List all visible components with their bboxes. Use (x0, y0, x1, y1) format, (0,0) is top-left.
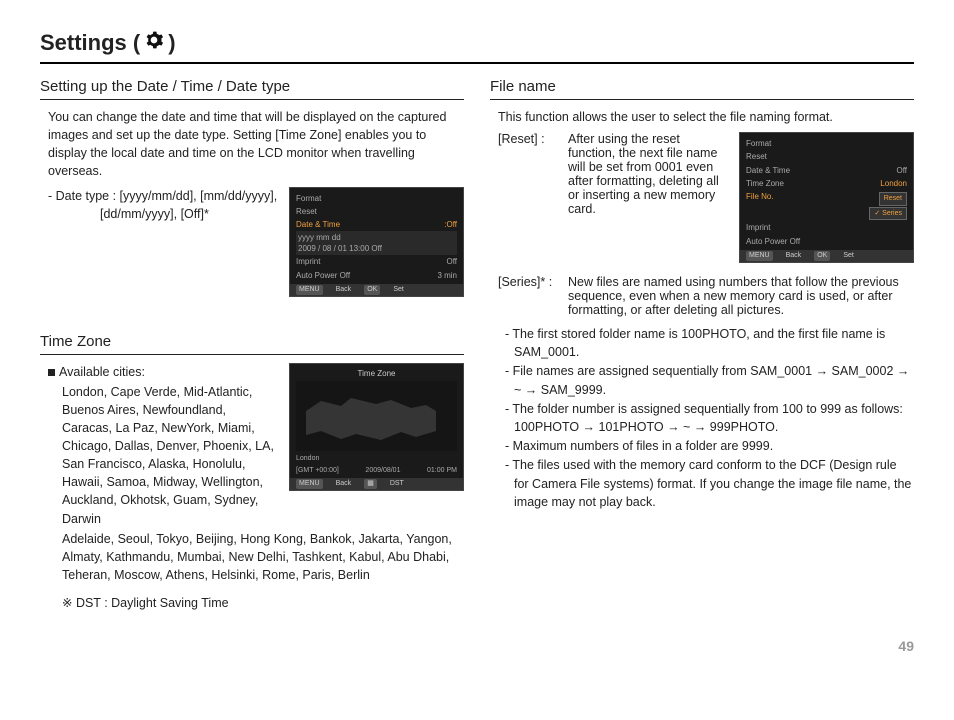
menu-value: London (880, 178, 907, 189)
menu-item: Format (746, 138, 771, 149)
bullet-square-icon (48, 369, 55, 376)
menu-item-active: File No. (746, 191, 774, 221)
set-label: Set (390, 285, 407, 295)
menu-value: 3 min (437, 270, 457, 281)
menu-item-active: Date & Time (296, 219, 340, 230)
filename-bullets: - The first stored folder name is 100PHO… (490, 325, 914, 513)
tz-city: London (296, 454, 319, 464)
title-suffix: ) (168, 30, 175, 56)
page-number: 49 (40, 638, 914, 654)
lcd-preview-filename: Format Reset Date & Time Off Time Zone Lon… (739, 132, 914, 263)
menu-value: :Off (444, 219, 457, 230)
tz-gmt: [GMT +00:00] (296, 466, 339, 476)
bullet-item: - The first stored folder name is 100PHO… (498, 325, 914, 363)
bullet-item: - Maximum numbers of files in a folder a… (498, 437, 914, 456)
section-heading-datetime: Setting up the Date / Time / Date type (40, 78, 464, 100)
menu-btn-badge: MENU (296, 285, 323, 295)
desc-reset: After using the reset function, the next… (568, 132, 729, 216)
menu-item: Date & Time (746, 165, 790, 176)
world-map-icon (296, 381, 457, 451)
gear-icon (144, 30, 164, 56)
tz-date: 2009/08/01 (365, 466, 400, 476)
title-prefix: Settings ( (40, 30, 140, 56)
def-series: [Series]* : New files are named using nu… (490, 275, 914, 317)
popup-option-series: ✓ Series (869, 207, 907, 221)
back-label: Back (333, 479, 355, 489)
date-value: 2009 / 08 / 01 13:00 Off (298, 243, 455, 254)
menu-item: Reset (296, 206, 317, 217)
menu-btn-badge: MENU (746, 251, 773, 261)
menu-item: Time Zone (746, 178, 784, 189)
dst-label: DST (387, 479, 407, 489)
tz-title: Time Zone (296, 368, 457, 379)
page-title: Settings ( ) (40, 30, 914, 64)
bullet-item: - The folder number is assigned sequenti… (498, 400, 914, 438)
menu-item: Format (296, 193, 321, 204)
section-heading-timezone: Time Zone (40, 333, 464, 355)
term-series: [Series]* : (498, 275, 568, 317)
datetime-intro: You can change the date and time that wi… (40, 108, 464, 181)
popup-option-reset: Reset (879, 192, 907, 206)
tz-time: 01:00 PM (427, 466, 457, 476)
bullet-item: - File names are assigned sequentially f… (498, 362, 914, 400)
dst-note: ※ DST : Daylight Saving Time (40, 594, 464, 612)
menu-item: Imprint (296, 256, 320, 267)
menu-item: Imprint (746, 222, 770, 233)
date-format-hint: yyyy mm dd (298, 232, 455, 243)
menu-btn-badge: MENU (296, 479, 323, 489)
ok-btn-badge: OK (814, 251, 830, 261)
menu-value: Off (896, 165, 907, 176)
term-reset: [Reset] : (498, 132, 568, 216)
filename-intro: This function allows the user to select … (490, 108, 914, 126)
menu-item: Auto Power Off (296, 270, 350, 281)
section-heading-filename: File name (490, 78, 914, 100)
cities-list-2: Adelaide, Seoul, Tokyo, Beijing, Hong Ko… (40, 530, 464, 584)
set-label: Set (840, 251, 857, 261)
desc-series: New files are named using numbers that f… (568, 275, 914, 317)
menu-item: Auto Power Off (746, 236, 800, 247)
def-reset: [Reset] : After using the reset function… (490, 132, 729, 216)
bullet-item: - The files used with the memory card co… (498, 456, 914, 512)
lcd-preview-datetime: Format Reset Date & Time:Off yyyy mm dd … (289, 187, 464, 297)
menu-value: Off (446, 256, 457, 267)
back-label: Back (333, 285, 355, 295)
left-column: Setting up the Date / Time / Date type Y… (40, 78, 464, 618)
back-label: Back (783, 251, 805, 261)
right-column: File name This function allows the user … (490, 78, 914, 618)
lcd-preview-timezone: Time Zone London [GMT +00:00] 2009/08/01 0… (289, 363, 464, 492)
menu-item: Reset (746, 151, 767, 162)
dst-btn-badge: ▦ (364, 479, 377, 489)
ok-btn-badge: OK (364, 285, 380, 295)
